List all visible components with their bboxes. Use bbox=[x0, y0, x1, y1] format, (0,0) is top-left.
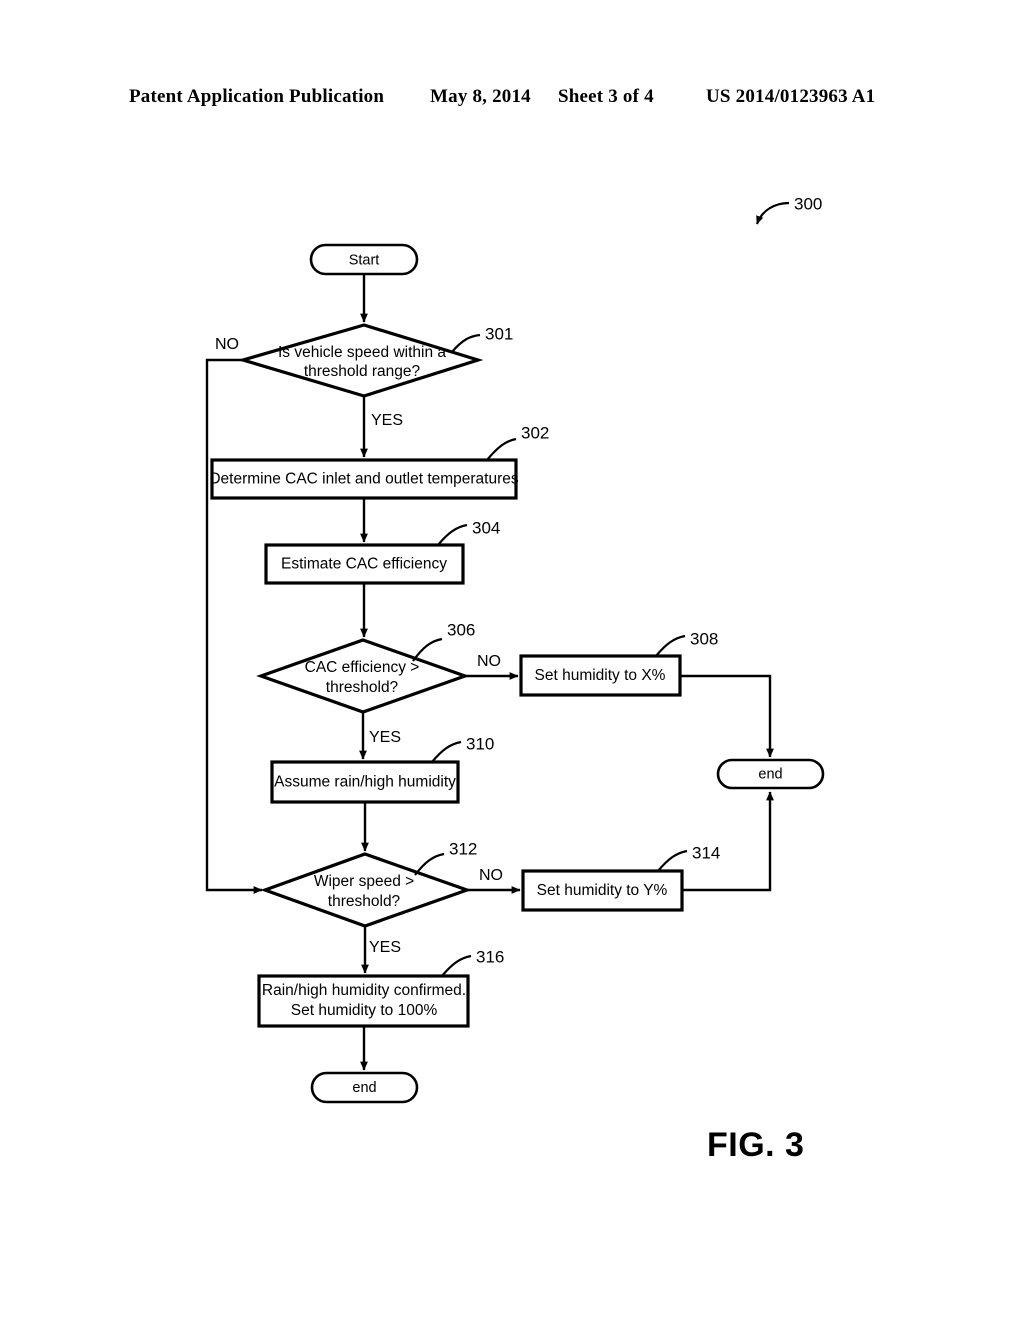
node-314-label: Set humidity to Y% bbox=[537, 882, 668, 899]
node-decision-301: Is vehicle speed within a threshold rang… bbox=[237, 323, 484, 398]
branch-label-no-301: NO bbox=[215, 336, 239, 353]
node-312-line1: Wiper speed > bbox=[314, 873, 414, 890]
reference-numeral-310-group: 310 bbox=[431, 734, 494, 763]
node-306-line1: CAC efficiency > bbox=[305, 659, 420, 676]
branch-label-yes-312: YES bbox=[369, 939, 401, 956]
node-306-line2: threshold? bbox=[326, 679, 399, 696]
reference-numeral-312-group: 312 bbox=[414, 839, 477, 876]
branch-label-no-312: NO bbox=[479, 867, 503, 884]
node-end-right-label: end bbox=[758, 766, 782, 782]
node-end-bottom-label: end bbox=[352, 1080, 376, 1096]
patent-drawing-page: Patent Application Publication May 8, 20… bbox=[0, 0, 1024, 1320]
node-start-label: Start bbox=[349, 252, 380, 268]
reference-numeral-300: 300 bbox=[794, 194, 822, 213]
edge-308-to-end bbox=[680, 674, 774, 758]
node-start: Start bbox=[309, 243, 419, 276]
reference-numeral-314: 314 bbox=[692, 843, 720, 862]
node-301-line1: Is vehicle speed within a bbox=[278, 344, 446, 361]
reference-numeral-304: 304 bbox=[472, 518, 500, 537]
node-process-316: Rain/high humidity confirmed. Set humidi… bbox=[257, 974, 470, 1028]
node-process-304: Estimate CAC efficiency bbox=[264, 543, 465, 585]
reference-numeral-302-group: 302 bbox=[486, 423, 549, 461]
branch-label-yes-306: YES bbox=[369, 729, 401, 746]
figure-label: FIG. 3 bbox=[707, 1126, 805, 1164]
reference-numeral-301-group: 301 bbox=[451, 324, 513, 353]
reference-numeral-301: 301 bbox=[485, 324, 513, 343]
reference-numeral-306: 306 bbox=[447, 620, 475, 639]
reference-numeral-316-group: 316 bbox=[441, 947, 504, 977]
reference-numeral-316: 316 bbox=[476, 947, 504, 966]
reference-numeral-310: 310 bbox=[466, 734, 494, 753]
reference-numeral-306-group: 306 bbox=[412, 620, 475, 662]
node-310-label: Assume rain/high humidity bbox=[274, 774, 456, 791]
diagram-reference-300: 300 bbox=[755, 194, 822, 225]
node-316-line2: Set humidity to 100% bbox=[291, 1002, 438, 1019]
node-process-310: Assume rain/high humidity bbox=[270, 760, 460, 804]
node-316-line1: Rain/high humidity confirmed. bbox=[262, 982, 466, 999]
reference-numeral-314-group: 314 bbox=[657, 843, 720, 872]
node-process-314: Set humidity to Y% bbox=[521, 869, 684, 912]
branch-label-yes-301: YES bbox=[371, 412, 403, 429]
node-process-308: Set humidity to X% bbox=[519, 654, 682, 697]
node-process-302: Determine CAC inlet and outlet temperatu… bbox=[209, 458, 519, 500]
flowchart-300: 300 Start Is vehicle speed within a thre… bbox=[205, 194, 825, 1104]
node-end-bottom: end bbox=[310, 1071, 419, 1104]
reference-numeral-308: 308 bbox=[690, 629, 718, 648]
node-304-label: Estimate CAC efficiency bbox=[281, 556, 447, 573]
node-end-right: end bbox=[716, 758, 825, 790]
node-312-line2: threshold? bbox=[328, 893, 401, 910]
node-decision-306: CAC efficiency > threshold? bbox=[256, 638, 470, 714]
reference-numeral-302: 302 bbox=[521, 423, 549, 442]
reference-numeral-308-group: 308 bbox=[655, 629, 718, 657]
edge-314-to-end bbox=[682, 791, 774, 892]
node-decision-312: Wiper speed > threshold? bbox=[260, 852, 472, 928]
node-308-label: Set humidity to X% bbox=[535, 667, 666, 684]
reference-numeral-304-group: 304 bbox=[437, 518, 500, 546]
node-301-line2: threshold range? bbox=[304, 363, 421, 380]
node-302-label: Determine CAC inlet and outlet temperatu… bbox=[209, 471, 519, 488]
branch-label-no-306: NO bbox=[477, 653, 501, 670]
reference-numeral-312: 312 bbox=[449, 839, 477, 858]
edge-301-no-to-312 bbox=[205, 358, 263, 894]
